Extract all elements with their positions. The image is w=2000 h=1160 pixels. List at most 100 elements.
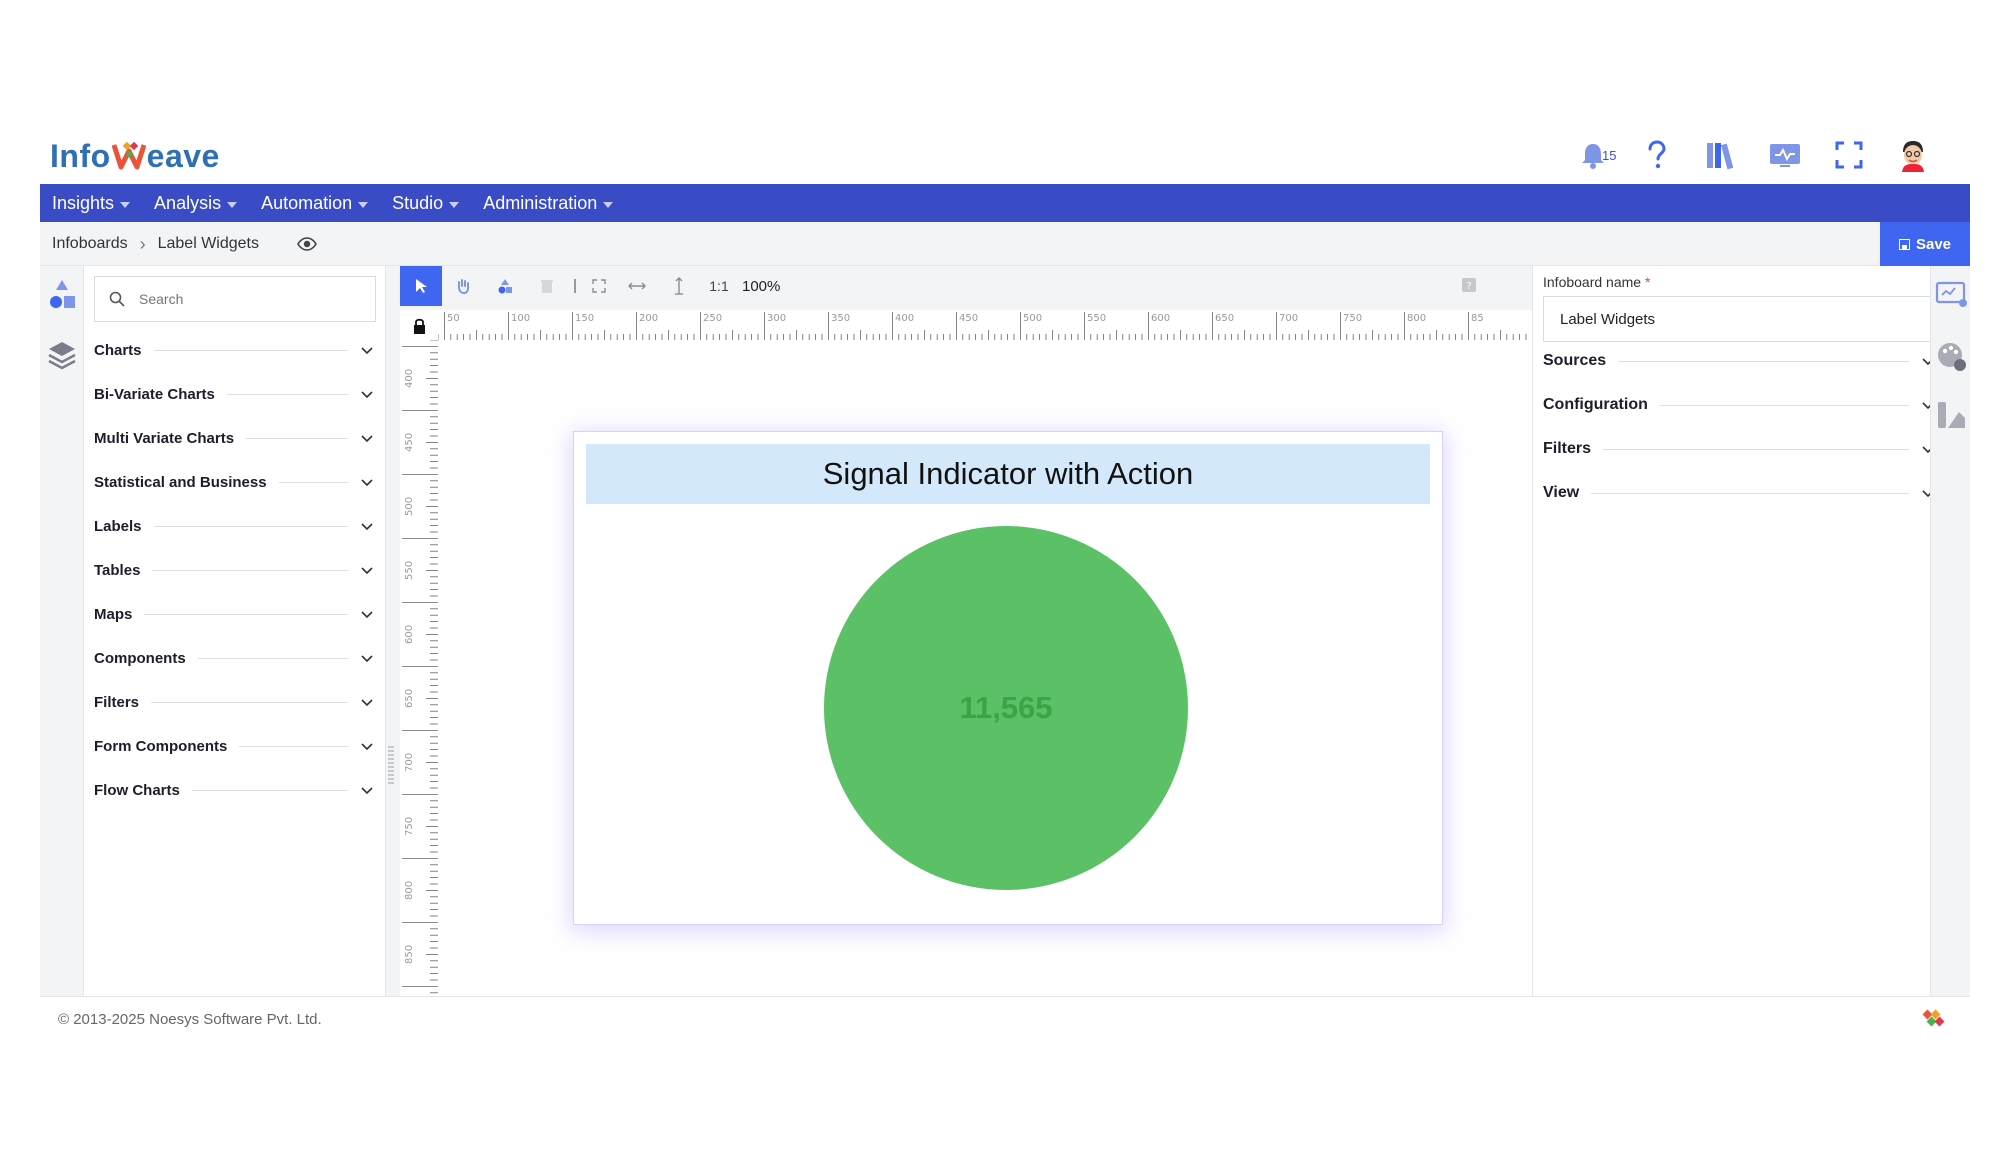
chevron-down-icon — [361, 391, 373, 399]
signal-indicator-circle[interactable]: 11,565 — [824, 526, 1188, 890]
search-icon — [109, 291, 125, 307]
help-button[interactable] — [1640, 138, 1674, 172]
category-bi-variate-charts[interactable]: Bi-Variate Charts — [94, 379, 376, 409]
category-label: Form Components — [94, 737, 228, 755]
ruler-label: 400 — [404, 369, 415, 388]
chevron-down-icon — [361, 787, 373, 795]
monitor-icon — [1770, 144, 1800, 167]
fit-to-screen-button[interactable] — [582, 266, 616, 306]
save-button[interactable]: Save — [1880, 222, 1970, 266]
category-form-components[interactable]: Form Components — [94, 731, 376, 761]
ruler-label: 700 — [1279, 313, 1298, 324]
category-flow-charts[interactable]: Flow Charts — [94, 775, 376, 805]
pointer-icon — [416, 279, 427, 293]
section-view[interactable]: View — [1543, 478, 1935, 508]
nav-automation[interactable]: Automation — [261, 192, 369, 214]
library-button[interactable] — [1704, 138, 1738, 172]
ruler-label: 50 — [447, 313, 460, 324]
ruler-label: 150 — [575, 313, 594, 324]
nav-label: Automation — [261, 192, 353, 213]
fit-icon — [592, 279, 606, 293]
ruler-corner — [400, 310, 438, 340]
zoom-level[interactable]: 100% — [742, 278, 780, 295]
section-label: Sources — [1543, 352, 1607, 369]
layers-icon[interactable] — [47, 338, 77, 372]
shapes-tool-icon — [498, 279, 512, 294]
nav-insights[interactable]: Insights — [52, 193, 131, 214]
infoboard-name-input[interactable] — [1560, 310, 1920, 328]
notifications-button[interactable]: 15 — [1576, 138, 1616, 172]
chevron-down-icon — [361, 699, 373, 707]
category-multi-variate-charts[interactable]: Multi Variate Charts — [94, 423, 376, 453]
divider — [151, 701, 348, 703]
ruler-label: 100 — [511, 313, 530, 324]
chevron-down-icon — [361, 523, 373, 531]
category-label: Bi-Variate Charts — [94, 385, 215, 403]
help-icon[interactable]: ? — [1462, 278, 1476, 292]
fit-height-button[interactable] — [658, 266, 700, 306]
ruler-label: 650 — [404, 689, 415, 708]
nav-studio[interactable]: Studio — [392, 193, 460, 214]
header-actions: 15 — [1576, 132, 1930, 178]
divider — [191, 789, 348, 791]
avatar[interactable] — [1896, 138, 1930, 172]
arrows-horizontal-icon — [628, 282, 646, 290]
nav-analysis[interactable]: Analysis — [154, 193, 238, 214]
ruler-label: 300 — [767, 313, 786, 324]
ruler-label: 350 — [831, 313, 850, 324]
lock-icon[interactable] — [400, 310, 438, 340]
category-maps[interactable]: Maps — [94, 599, 376, 629]
select-tool-button[interactable] — [400, 266, 442, 306]
shapes-icon[interactable] — [47, 278, 77, 312]
monitor-button[interactable] — [1768, 138, 1802, 172]
category-statistical-and-business[interactable]: Statistical and Business — [94, 467, 376, 497]
widget-title: Signal Indicator with Action — [586, 444, 1430, 504]
hand-icon — [458, 279, 469, 294]
data-settings-icon[interactable] — [1935, 398, 1969, 432]
properties-panel: Infoboard name * Sources Configuration F… — [1532, 266, 1941, 996]
category-label: Maps — [94, 605, 133, 623]
category-labels[interactable]: Labels — [94, 511, 376, 541]
section-sources[interactable]: Sources — [1543, 346, 1935, 376]
user-avatar-icon — [1902, 141, 1924, 172]
infoboard-name-label: Infoboard name * — [1543, 274, 1650, 290]
left-resize-handle[interactable] — [388, 746, 394, 786]
divider — [153, 349, 348, 351]
breadcrumb-root[interactable]: Infoboards — [52, 235, 128, 253]
pan-tool-button[interactable] — [442, 266, 484, 306]
ruler-label: 85 — [1471, 313, 1484, 324]
infoboard-name-field — [1543, 296, 1941, 342]
ruler-label: 800 — [404, 881, 415, 900]
actual-size-button[interactable]: 1:1 — [700, 266, 738, 306]
fit-width-button[interactable] — [616, 266, 658, 306]
main-nav: Insights Analysis Automation Studio Admi… — [40, 184, 1970, 222]
chevron-down-icon — [361, 435, 373, 443]
caret-down-icon — [120, 201, 131, 208]
board-settings-icon[interactable] — [1935, 278, 1969, 312]
category-components[interactable]: Components — [94, 643, 376, 673]
nav-administration[interactable]: Administration — [483, 193, 614, 214]
ruler-label: 500 — [404, 497, 415, 516]
chevron-right-icon: › — [139, 233, 146, 254]
category-filters[interactable]: Filters — [94, 687, 376, 717]
category-tables[interactable]: Tables — [94, 555, 376, 585]
section-configuration[interactable]: Configuration — [1543, 390, 1935, 420]
signal-indicator-widget[interactable]: Signal Indicator with Action 11,565 — [574, 432, 1442, 924]
ruler-label: 450 — [404, 433, 415, 452]
fullscreen-button[interactable] — [1832, 138, 1866, 172]
theme-palette-icon[interactable] — [1935, 340, 1969, 374]
infoveave-logo[interactable]: Info eave — [50, 134, 220, 178]
eye-icon[interactable] — [297, 237, 317, 251]
search-input[interactable] — [139, 291, 339, 307]
category-charts[interactable]: Charts — [94, 335, 376, 365]
save-label: Save — [1915, 235, 1952, 253]
right-tool-rail — [1930, 266, 1970, 996]
copyright-text: © 2013-2025 Noesys Software Pvt. Ltd. — [58, 1011, 322, 1028]
caret-down-icon — [358, 201, 369, 208]
shapes-tool-button[interactable] — [484, 266, 526, 306]
breadcrumb: Infoboards › Label Widgets — [52, 222, 317, 266]
divider — [144, 613, 348, 615]
fullscreen-icon — [1835, 141, 1863, 169]
section-filters[interactable]: Filters — [1543, 434, 1935, 464]
delete-button[interactable] — [526, 266, 568, 306]
